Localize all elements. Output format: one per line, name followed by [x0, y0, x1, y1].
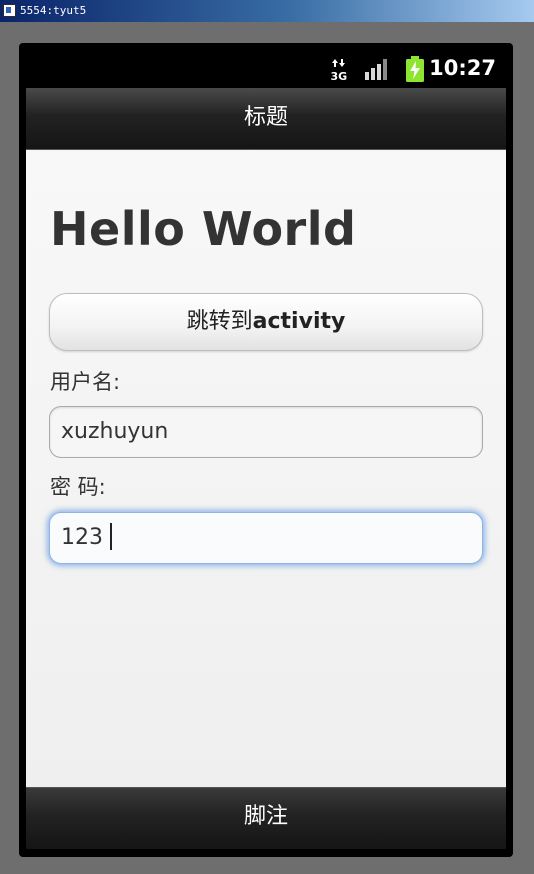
jump-button-label-prefix: 跳转到 — [186, 309, 253, 334]
status-clock: 10:27 — [429, 56, 496, 80]
text-cursor — [110, 522, 112, 550]
password-input[interactable]: 123 — [49, 512, 483, 564]
3g-label: 3G — [331, 70, 348, 82]
3g-data-icon: 3G — [330, 58, 348, 83]
footer-bar: 脚注 — [26, 787, 506, 849]
username-label: 用户名: — [50, 370, 121, 394]
password-value: 123 — [61, 525, 103, 550]
password-label: 密 码: — [50, 475, 106, 499]
activity-content: Hello World 跳转到activity 用户名: xuzhuyun 密 … — [26, 150, 506, 787]
battery-charging-icon — [405, 56, 425, 82]
footer-label: 脚注 — [243, 804, 288, 829]
app-title: 标题 — [243, 105, 288, 130]
jump-button-label-strong: activity — [252, 309, 346, 334]
window-title: 5554:tyut5 — [20, 4, 87, 17]
jump-to-activity-button[interactable]: 跳转到activity — [49, 293, 483, 351]
username-value: xuzhuyun — [61, 419, 169, 444]
username-input[interactable]: xuzhuyun — [49, 406, 483, 458]
emulator-app-icon — [3, 4, 16, 17]
hello-world-text: Hello World — [50, 202, 357, 256]
emulator-window-titlebar: 5554:tyut5 — [0, 0, 534, 22]
signal-strength-icon — [365, 58, 389, 80]
status-bar: 3G 10:27 — [26, 48, 506, 88]
app-title-bar: 标题 — [26, 88, 506, 150]
